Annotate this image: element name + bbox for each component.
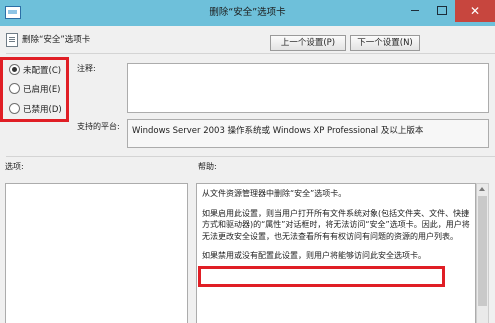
help-paragraph: 如果禁用或没有配置此设置，则用户将能够访问此安全选项卡。 [202,251,426,260]
policy-title: 删除“安全”选项卡 [22,35,91,45]
comment-textarea[interactable] [127,63,489,113]
minimize-button[interactable] [401,0,429,22]
options-panel [5,183,188,323]
close-icon: ✕ [469,4,481,18]
divider [6,156,495,157]
help-panel: 从文件资源管理器中删除“安全”选项卡。 如果启用此设置，则当用户打开所有文件系统… [196,183,476,323]
maximize-icon [437,5,447,15]
maximize-button[interactable] [429,0,455,22]
platform-field: Windows Server 2003 操作系统或 Windows XP Pro… [127,119,489,148]
help-label: 帮助: [198,162,217,171]
close-button[interactable]: ✕ [455,0,495,22]
radio-highlight-box [0,57,69,122]
help-paragraph: 从文件资源管理器中删除“安全”选项卡。 [202,189,347,198]
scroll-up-icon[interactable] [479,187,485,191]
policy-icon [6,33,18,47]
help-paragraph: 如果启用此设置，则当用户打开所有文件系统对象(包括文件夹、文件、快捷方式和驱动器… [202,208,470,241]
help-highlight-box [198,266,445,287]
divider [6,53,495,54]
minimize-icon [411,9,419,11]
next-setting-button[interactable]: 下一个设置(N) [350,35,420,51]
comment-label: 注释: [77,64,96,73]
options-label: 选项: [5,162,24,171]
scrollbar-thumb[interactable] [478,196,487,306]
platform-label: 支持的平台: [77,122,120,131]
prev-setting-button[interactable]: 上一个设置(P) [270,35,346,51]
